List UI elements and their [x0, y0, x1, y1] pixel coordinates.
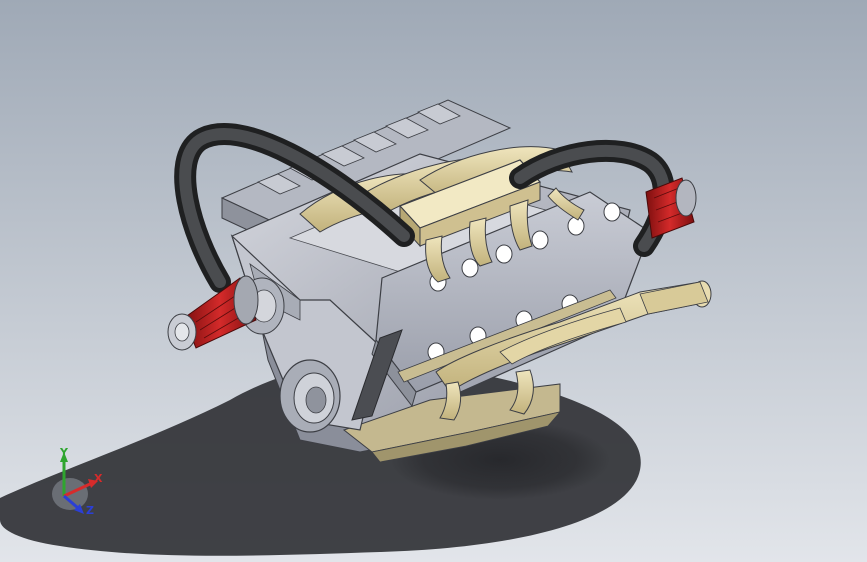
- y-axis-label: Y: [59, 446, 69, 459]
- reference-triad[interactable]: Y X Z: [48, 446, 118, 522]
- crank-pulley[interactable]: [279, 359, 341, 433]
- z-axis-label: Z: [86, 504, 94, 517]
- graphics-viewport[interactable]: Y X Z: [0, 0, 867, 562]
- engine-model-scene[interactable]: [0, 0, 867, 562]
- x-axis-label: X: [94, 472, 103, 485]
